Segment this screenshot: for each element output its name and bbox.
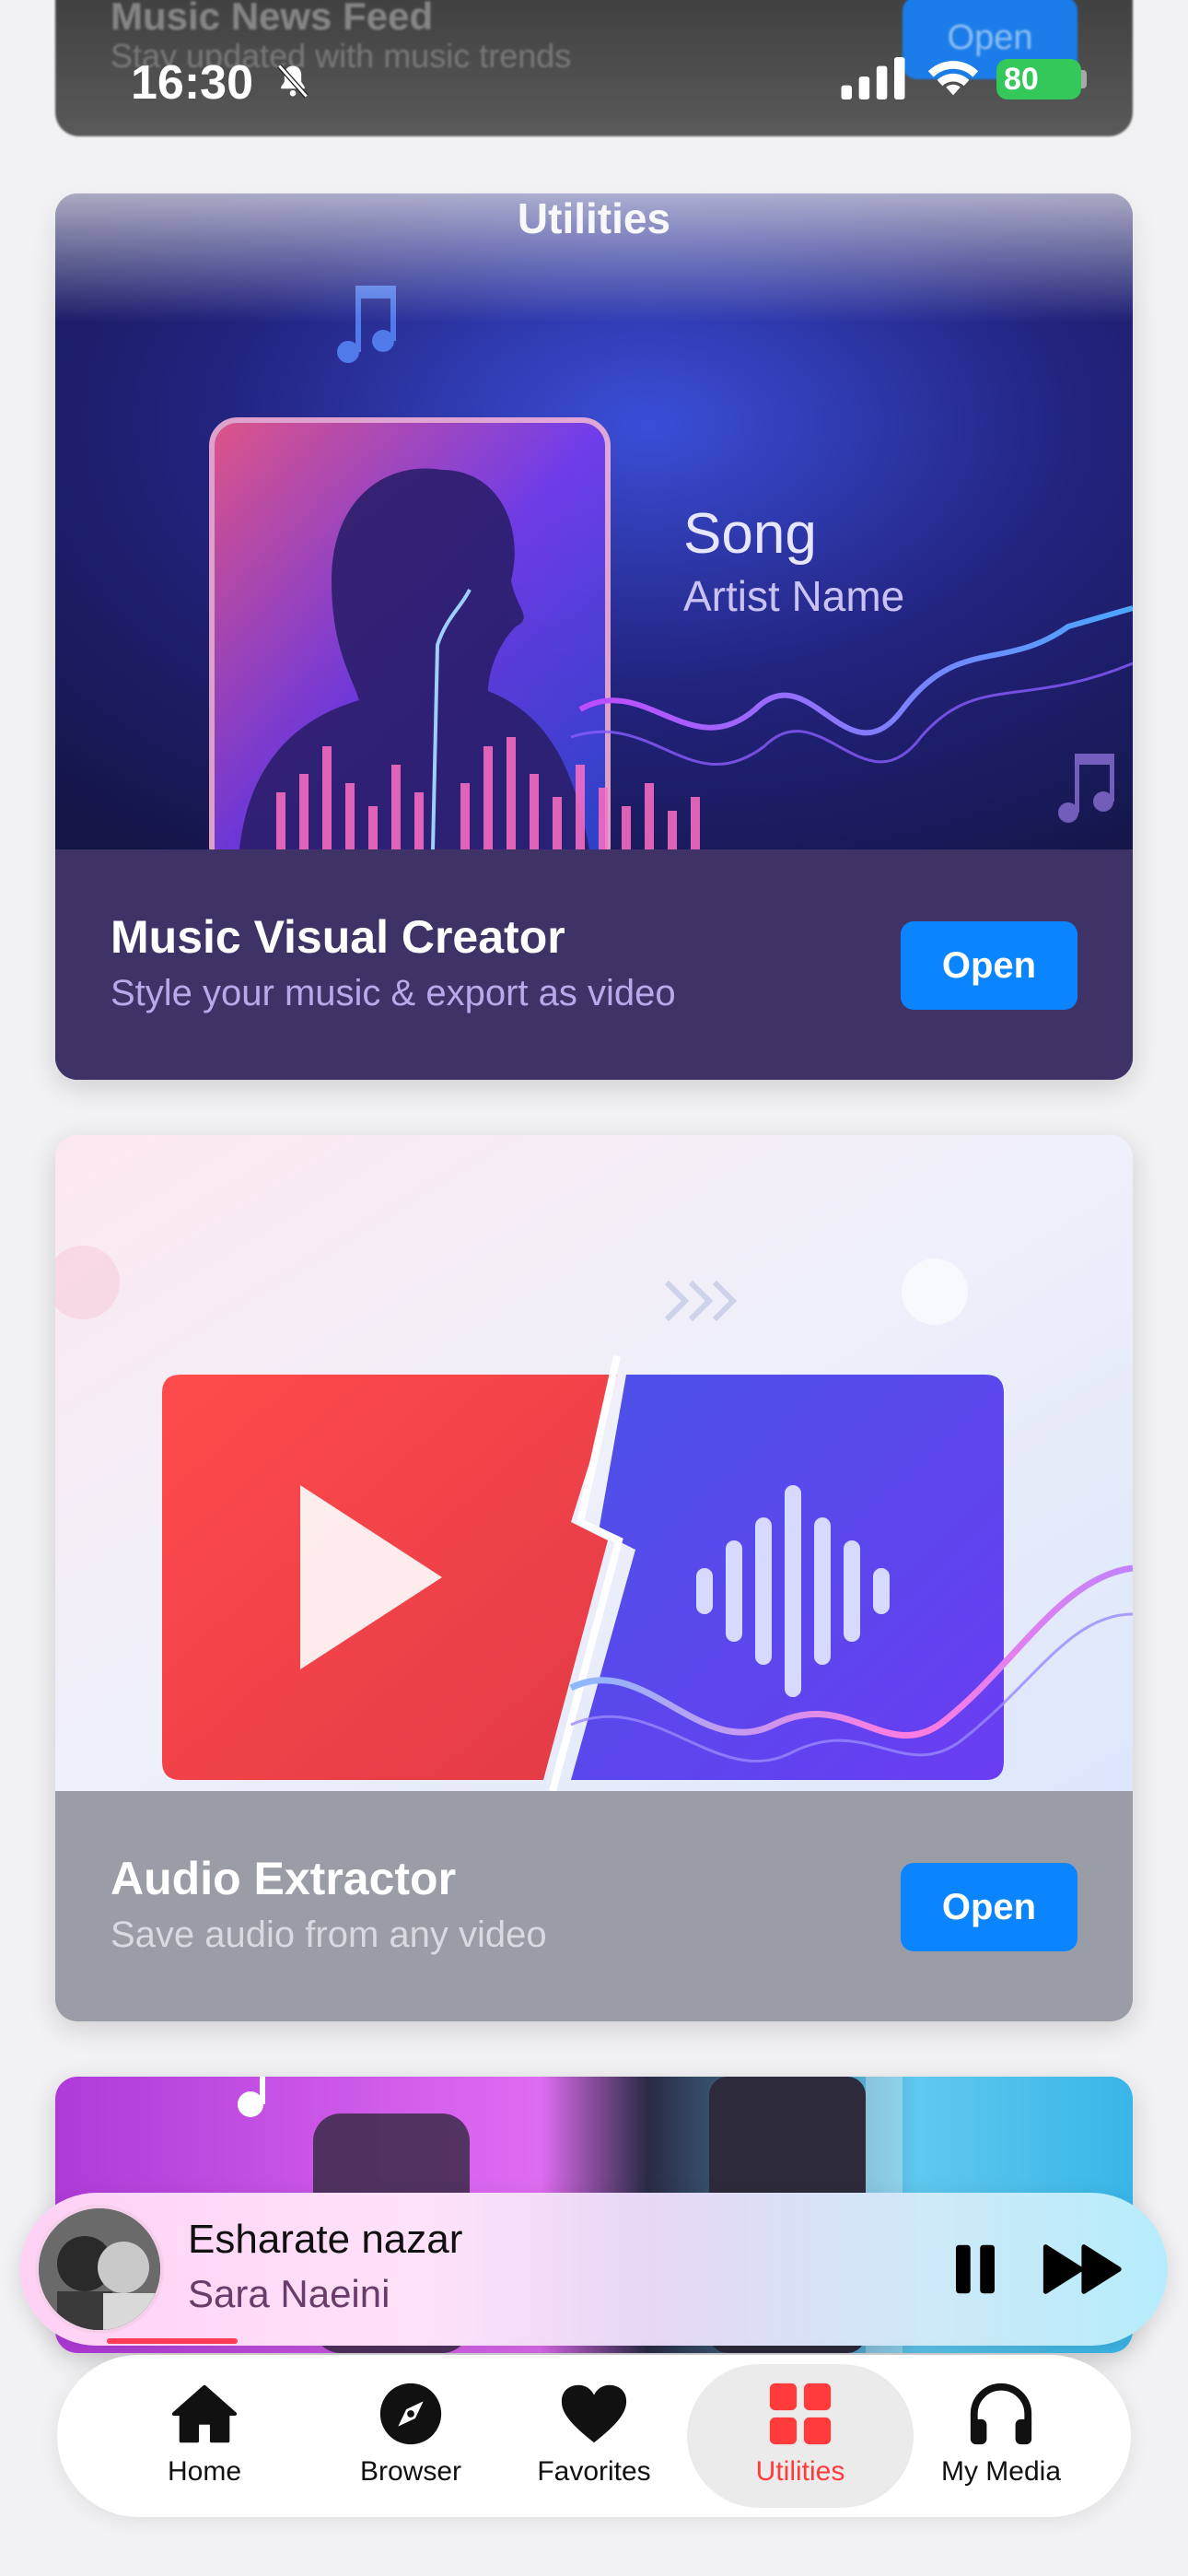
card-title: Audio Extractor [111,1853,457,1904]
pause-icon[interactable] [943,2237,1007,2301]
tab-label: My Media [940,2456,1062,2487]
compass-icon [379,2383,442,2445]
album-art-image [39,2208,160,2330]
preview-artist-name: Artist Name [683,572,905,620]
mini-player[interactable]: Esharate nazar Sara Naeini [20,2193,1168,2346]
house-icon [171,2384,238,2443]
battery-level: 80 [1004,61,1039,97]
tab-home[interactable]: Home [99,2355,310,2517]
tab-label: Home [167,2456,242,2487]
battery-indicator: 80 [996,59,1081,100]
audio-extractor-artwork [55,1135,1133,1791]
page-title: Utilities [517,194,671,242]
audio-extractor-card[interactable]: Audio Extractor Save audio from any vide… [55,1135,1133,2021]
headphones-icon [970,2383,1032,2445]
bell-slash-icon [277,64,309,99]
open-audio-extractor-button[interactable]: Open [901,1863,1077,1951]
card-title: Music Visual Creator [111,911,565,963]
tab-utilities[interactable]: Utilities [687,2364,914,2508]
preview-song-title: Song [683,502,817,566]
tab-favorites[interactable]: Favorites [488,2355,700,2517]
fast-forward-icon[interactable] [1042,2237,1125,2301]
tab-browser[interactable]: Browser [305,2355,517,2517]
playback-progress [107,2338,238,2344]
card-subtitle: Save audio from any video [111,1914,547,1955]
card-subtitle: Style your music & export as video [111,973,676,1013]
tab-label: Utilities [755,2456,845,2487]
track-title: Esharate nazar [188,2217,463,2262]
music-visual-creator-card[interactable]: Song Artist Name Music Visual Creator St… [55,193,1133,1080]
tab-label: Browser [359,2456,462,2487]
status-bar: 16:30 80 [0,0,1188,157]
album-art[interactable] [35,2205,164,2334]
battery-cap [1081,70,1087,88]
music-visual-creator-artwork [55,193,1133,849]
tab-my-media[interactable]: My Media [895,2355,1107,2517]
card-footer: Audio Extractor Save audio from any vide… [55,1791,1133,2021]
wifi-icon [927,61,979,96]
grid-icon [769,2383,832,2445]
tab-bar: Home Browser Favorites Utilities My Medi… [57,2355,1131,2517]
tab-label: Favorites [537,2456,651,2487]
card-footer: Music Visual Creator Style your music & … [55,849,1133,1080]
heart-icon [561,2384,627,2443]
track-artist: Sara Naeini [188,2272,390,2315]
cellular-signal-icon [841,57,905,100]
status-time: 16:30 [131,56,253,110]
open-music-visual-creator-button[interactable]: Open [901,921,1077,1010]
